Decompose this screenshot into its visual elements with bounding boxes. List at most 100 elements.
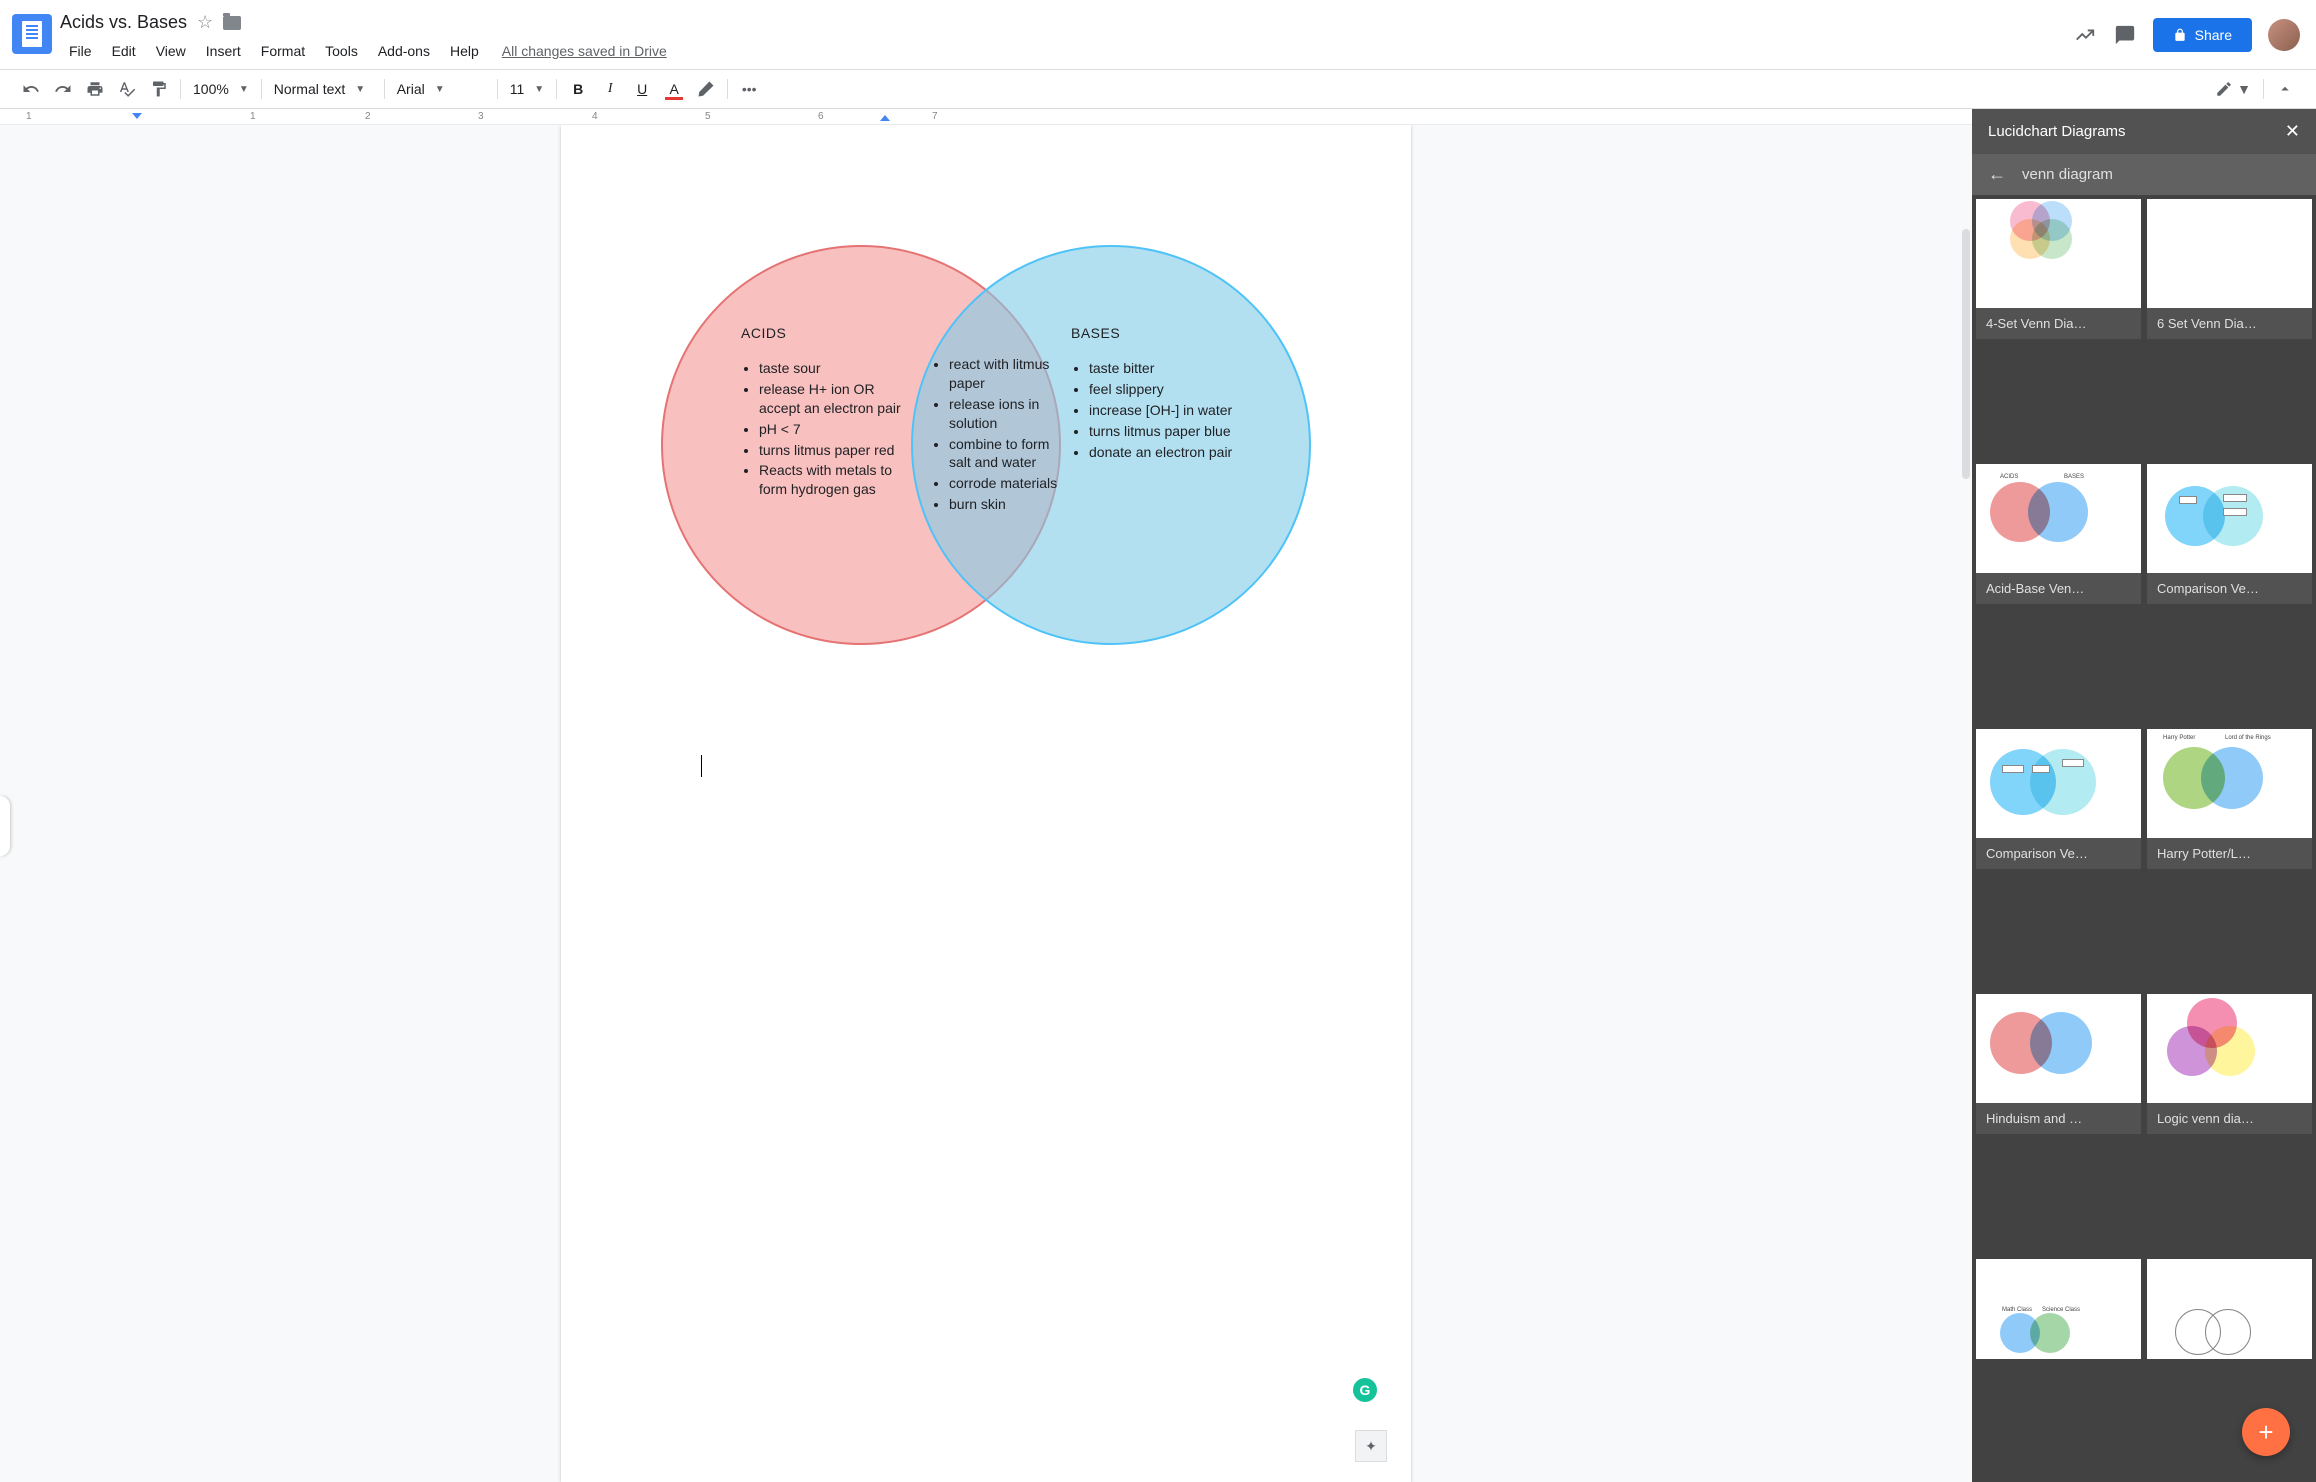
ruler-mark: 1 <box>26 111 32 122</box>
template-card[interactable] <box>2147 1259 2312 1359</box>
template-card[interactable]: 4-Set Venn Dia… <box>1976 199 2141 339</box>
text-color-button[interactable]: A <box>659 74 689 104</box>
share-button[interactable]: Share <box>2153 18 2252 52</box>
docs-logo[interactable] <box>12 14 52 54</box>
template-label: Comparison Ve… <box>1976 838 2141 869</box>
redo-button[interactable] <box>48 74 78 104</box>
template-card[interactable]: Hinduism and … <box>1976 994 2141 1134</box>
template-card[interactable]: Logic venn dia… <box>2147 994 2312 1134</box>
back-icon[interactable]: ← <box>1988 164 2006 185</box>
ruler[interactable]: 11234567 <box>0 109 1972 125</box>
paint-format-button[interactable] <box>144 74 174 104</box>
template-thumb <box>2147 1259 2312 1359</box>
menu-format[interactable]: Format <box>252 39 314 63</box>
list-item: feel slippery <box>1089 380 1241 399</box>
template-label: Comparison Ve… <box>2147 573 2312 604</box>
list-item: burn skin <box>949 495 1071 514</box>
menu-file[interactable]: File <box>60 39 101 63</box>
list-item: combine to form salt and water <box>949 435 1071 473</box>
document-page[interactable]: ACIDS taste sour release H+ ion OR accept… <box>561 125 1411 1482</box>
ruler-mark: 5 <box>705 111 711 122</box>
menu-tools[interactable]: Tools <box>316 39 367 63</box>
template-label: 4-Set Venn Dia… <box>1976 308 2141 339</box>
style-dropdown[interactable]: Normal text▼ <box>268 74 378 104</box>
template-thumb <box>1976 729 2141 838</box>
venn-left-title: ACIDS <box>741 325 911 341</box>
zoom-dropdown[interactable]: 100%▼ <box>187 74 255 104</box>
menu-insert[interactable]: Insert <box>197 39 250 63</box>
italic-button[interactable]: I <box>595 74 625 104</box>
print-button[interactable] <box>80 74 110 104</box>
more-button[interactable]: ••• <box>734 74 764 104</box>
list-item: turns litmus paper blue <box>1089 422 1241 441</box>
template-card[interactable]: ACIDSBASESAcid-Base Ven… <box>1976 464 2141 604</box>
template-card[interactable]: Comparison Ve… <box>1976 729 2141 869</box>
highlight-button[interactable] <box>691 74 721 104</box>
template-card[interactable]: 6 Set Venn Dia… <box>2147 199 2312 339</box>
template-thumb: ACIDSBASES <box>1976 464 2141 573</box>
search-input[interactable] <box>2022 166 2300 183</box>
template-label: 6 Set Venn Dia… <box>2147 308 2312 339</box>
save-status: All changes saved in Drive <box>502 43 667 59</box>
template-thumb <box>1976 199 2141 308</box>
template-card[interactable]: Math ClassScience Class <box>1976 1259 2141 1359</box>
share-label: Share <box>2195 27 2232 43</box>
template-thumb <box>2147 994 2312 1103</box>
ruler-mark: 7 <box>932 111 938 122</box>
template-card[interactable]: Comparison Ve… <box>2147 464 2312 604</box>
folder-icon[interactable] <box>223 16 241 30</box>
venn-both-list: react with litmus paperrelease ions in s… <box>931 355 1071 514</box>
template-thumb: Math ClassScience Class <box>1976 1259 2141 1359</box>
comments-icon[interactable] <box>2113 23 2137 47</box>
close-icon[interactable]: ✕ <box>2285 121 2300 142</box>
bold-button[interactable]: B <box>563 74 593 104</box>
menu-view[interactable]: View <box>147 39 195 63</box>
list-item: taste sour <box>759 359 911 378</box>
add-button[interactable]: + <box>2242 1408 2290 1456</box>
menu-edit[interactable]: Edit <box>103 39 145 63</box>
template-thumb: Harry PotterLord of the Rings <box>2147 729 2312 838</box>
venn-right-title: BASES <box>1071 325 1241 341</box>
list-item: react with litmus paper <box>949 355 1071 393</box>
list-item: release ions in solution <box>949 395 1071 433</box>
font-value: Arial <box>397 81 425 97</box>
list-item: release H+ ion OR accept an electron pai… <box>759 380 911 418</box>
ruler-mark: 6 <box>818 111 824 122</box>
list-item: pH < 7 <box>759 420 911 439</box>
star-icon[interactable]: ☆ <box>197 12 213 33</box>
venn-diagram[interactable]: ACIDS taste sour release H+ ion OR accept… <box>661 245 1311 665</box>
spellcheck-button[interactable] <box>112 74 142 104</box>
explore-button[interactable]: ✦ <box>1355 1430 1387 1462</box>
list-item: taste bitter <box>1089 359 1241 378</box>
template-thumb <box>2147 199 2312 308</box>
underline-button[interactable]: U <box>627 74 657 104</box>
collapse-button[interactable] <box>2270 74 2300 104</box>
undo-button[interactable] <box>16 74 46 104</box>
style-value: Normal text <box>274 81 346 97</box>
scrollbar[interactable] <box>1962 229 1970 479</box>
menu-addons[interactable]: Add-ons <box>369 39 439 63</box>
trend-icon[interactable] <box>2073 23 2097 47</box>
template-card[interactable]: Harry PotterLord of the RingsHarry Potte… <box>2147 729 2312 869</box>
avatar[interactable] <box>2268 19 2300 51</box>
venn-left-list: taste sour release H+ ion OR accept an el… <box>741 359 911 499</box>
editing-mode-button[interactable]: ▼ <box>2209 74 2257 104</box>
menu-help[interactable]: Help <box>441 39 488 63</box>
template-label: Hinduism and … <box>1976 1103 2141 1134</box>
list-item: corrode materials <box>949 474 1071 493</box>
font-dropdown[interactable]: Arial▼ <box>391 74 491 104</box>
grammarly-icon[interactable]: G <box>1353 1378 1377 1402</box>
template-thumb <box>2147 464 2312 573</box>
fontsize-dropdown[interactable]: 11▼ <box>504 74 550 104</box>
outline-tab[interactable] <box>0 796 10 856</box>
template-label: Logic venn dia… <box>2147 1103 2312 1134</box>
ruler-mark: 1 <box>250 111 256 122</box>
ruler-mark: 2 <box>365 111 371 122</box>
zoom-value: 100% <box>193 81 229 97</box>
venn-right-list: taste bitterfeel slipperyincrease [OH-] … <box>1071 359 1241 461</box>
sidebar-title: Lucidchart Diagrams <box>1988 123 2126 140</box>
list-item: turns litmus paper red <box>759 441 911 460</box>
template-thumb <box>1976 994 2141 1103</box>
template-label: Acid-Base Ven… <box>1976 573 2141 604</box>
doc-title[interactable]: Acids vs. Bases <box>60 12 187 33</box>
